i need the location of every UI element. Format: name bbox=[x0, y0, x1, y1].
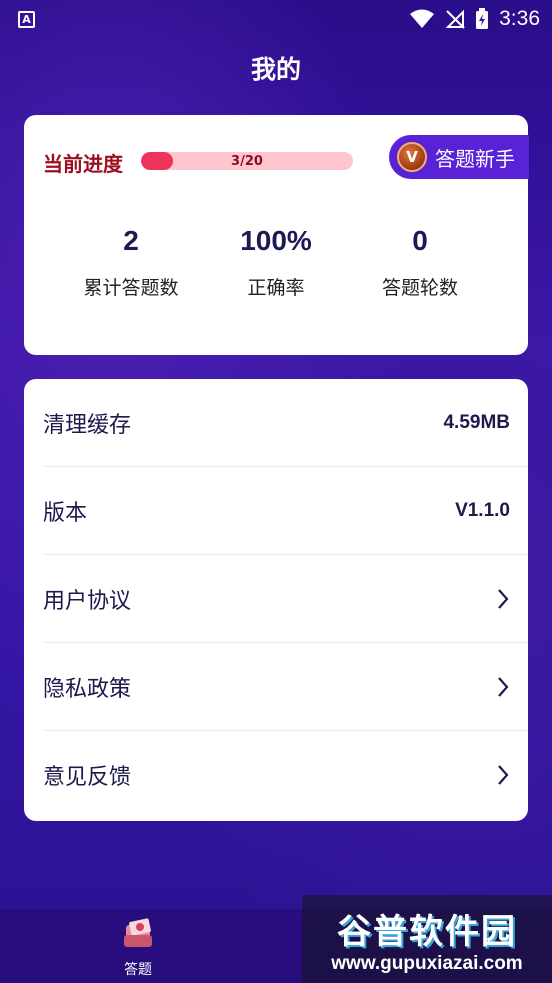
level-badge[interactable]: V 答题新手 bbox=[389, 135, 529, 179]
app-notification-icon: A bbox=[18, 10, 35, 28]
settings-row-version[interactable]: 版本 V1.1.0 bbox=[43, 467, 528, 555]
watermark-title: 谷普软件园 bbox=[337, 911, 517, 952]
row-label: 隐私政策 bbox=[43, 676, 132, 702]
watermark: 谷普软件园 www.gupuxiazai.com bbox=[302, 895, 552, 983]
progress-label: 当前进度 bbox=[43, 152, 123, 176]
nav-label: 答题 bbox=[124, 962, 152, 978]
settings-row-privacy-policy[interactable]: 隐私政策 bbox=[43, 643, 528, 731]
chevron-right-icon bbox=[498, 765, 509, 785]
progress-text: 3/20 bbox=[231, 153, 263, 169]
settings-row-feedback[interactable]: 意见反馈 bbox=[43, 731, 528, 819]
page-title: 我的 bbox=[250, 55, 301, 84]
progress-bar: 3/20 bbox=[141, 152, 353, 170]
chevron-right-icon bbox=[498, 588, 509, 609]
no-signal-icon bbox=[445, 9, 465, 29]
battery-charging-icon bbox=[475, 8, 489, 30]
stat-label: 累计答题数 bbox=[83, 277, 179, 299]
level-medal-icon: V bbox=[397, 142, 427, 172]
stat-value: 0 bbox=[412, 225, 428, 256]
row-label: 意见反馈 bbox=[43, 765, 132, 790]
row-label: 清理缓存 bbox=[43, 412, 132, 438]
wifi-icon bbox=[409, 9, 435, 29]
progress-card: 当前进度 3/20 V 答题新手 2 累计答题数 100% 正确率 0 答题轮数 bbox=[24, 115, 529, 355]
stat-value: 100% bbox=[240, 225, 312, 256]
stat-accuracy: 100% 正确率 bbox=[206, 225, 346, 300]
settings-row-user-agreement[interactable]: 用户协议 bbox=[43, 555, 528, 643]
chevron-right-icon bbox=[498, 676, 509, 697]
level-label: 答题新手 bbox=[435, 146, 515, 171]
version-value: V1.1.0 bbox=[455, 499, 510, 521]
stat-rounds: 0 答题轮数 bbox=[350, 225, 490, 300]
row-label: 用户协议 bbox=[43, 588, 132, 614]
stat-total-answered: 2 累计答题数 bbox=[61, 225, 201, 300]
status-time: 3:36 bbox=[499, 7, 540, 30]
settings-card: 清理缓存 4.59MB 版本 V1.1.0 用户协议 隐私政策 意见反馈 bbox=[24, 379, 528, 821]
watermark-url: www.gupuxiazai.com bbox=[331, 952, 523, 974]
stat-label: 答题轮数 bbox=[381, 277, 458, 299]
cache-size-value: 4.59MB bbox=[443, 411, 510, 433]
quiz-icon bbox=[124, 918, 152, 947]
nav-item-quiz[interactable]: 答题 bbox=[106, 915, 170, 979]
settings-row-clear-cache[interactable]: 清理缓存 4.59MB bbox=[43, 379, 528, 467]
row-label: 版本 bbox=[43, 500, 88, 526]
stat-value: 2 bbox=[123, 225, 139, 256]
stat-label: 正确率 bbox=[247, 277, 305, 299]
status-bar: A 3:36 bbox=[0, 0, 552, 38]
